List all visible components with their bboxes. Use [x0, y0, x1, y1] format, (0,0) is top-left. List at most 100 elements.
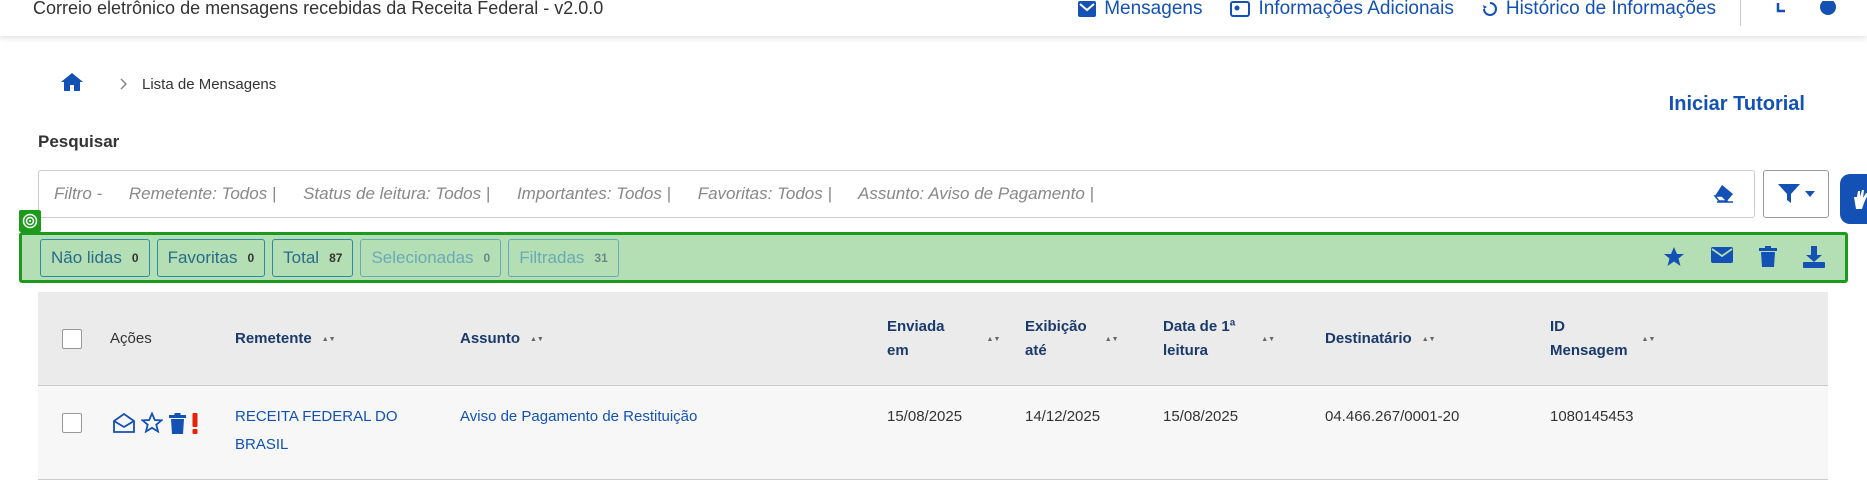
sort-icon: ▲▼: [986, 335, 1001, 343]
filter-read-status: Status de leitura: Todos |: [303, 184, 491, 203]
open-envelope-icon[interactable]: [113, 413, 135, 433]
help-icon[interactable]: [1819, 1, 1837, 17]
row-message-id: 1080145453: [1550, 408, 1634, 425]
select-all-checkbox[interactable]: [62, 329, 82, 349]
target-icon: [19, 210, 41, 232]
top-nav: Mensagens Informações Adicionais Históri…: [1050, 0, 1837, 26]
header-sent-line2: em: [887, 342, 909, 359]
sort-icon: ▲▼: [1261, 335, 1276, 343]
stat-favorites-label: Favoritas: [167, 247, 238, 267]
header-subject[interactable]: Assunto ▲▼: [460, 292, 544, 386]
trash-icon[interactable]: [169, 412, 186, 434]
trash-icon[interactable]: [1759, 246, 1777, 268]
breadcrumb-current: Lista de Mensagens: [142, 76, 277, 93]
stat-favorites-count: 0: [247, 250, 255, 265]
filter-favorites: Favoritas: Todos |: [697, 184, 832, 203]
search-label: Pesquisar: [38, 132, 120, 151]
eraser-icon[interactable]: [1713, 183, 1735, 208]
caret-down-icon: [1805, 191, 1815, 197]
nav-messages[interactable]: Mensagens: [1078, 0, 1202, 20]
stat-unread-label: Não lidas: [51, 247, 122, 267]
download-icon[interactable]: [1803, 246, 1825, 268]
table-row[interactable]: RECEITA FEDERAL DO BRASIL Aviso de Pagam…: [38, 386, 1828, 480]
header-first-read-line2: leitura: [1163, 342, 1209, 359]
filter-important: Importantes: Todos |: [516, 184, 671, 203]
stat-selected-count: 0: [483, 250, 491, 265]
header-first-read[interactable]: Data de 1ª leitura ▲▼: [1163, 292, 1275, 386]
logout-icon[interactable]: [1775, 1, 1789, 17]
header-recipient[interactable]: Destinatário ▲▼: [1325, 292, 1436, 386]
envelope-icon[interactable]: [1711, 246, 1733, 268]
header-sent[interactable]: Enviada em ▲▼: [887, 292, 1000, 386]
row-first-read: 15/08/2025: [1163, 408, 1239, 425]
row-subject[interactable]: Aviso de Pagamento de Restituição: [460, 403, 697, 431]
sort-icon: ▲▼: [321, 335, 336, 343]
filter-prefix: Filtro -: [54, 184, 103, 203]
header-subject-label: Assunto: [460, 330, 520, 347]
id-card-icon: [1230, 1, 1251, 17]
nav-messages-label: Mensagens: [1104, 0, 1203, 19]
accessibility-tab[interactable]: [1840, 174, 1867, 224]
stat-favorites[interactable]: Favoritas 0: [156, 238, 266, 277]
filter-summary-field[interactable]: Filtro - Remetente: Todos | Status de le…: [38, 170, 1755, 218]
nav-history-label: Histórico de Informações: [1505, 0, 1716, 19]
table-header: Ações Remetente ▲▼ Assunto ▲▼ Enviada em …: [38, 292, 1828, 386]
header-sent-line1: Enviada: [887, 318, 945, 335]
header-recipient-label: Destinatário: [1325, 330, 1412, 347]
header-message-id-label: ID Mensagem: [1550, 315, 1628, 363]
chevron-right-icon: [120, 77, 128, 93]
filter-dropdown-button[interactable]: [1763, 170, 1829, 218]
header-display-line1: Exibição: [1025, 318, 1087, 335]
sign-language-icon: [1854, 190, 1867, 209]
sort-icon: ▲▼: [1421, 335, 1436, 343]
header-display-until[interactable]: Exibição até ▲▼: [1025, 292, 1119, 386]
header-actions: Ações: [110, 330, 152, 347]
header-message-id[interactable]: ID Mensagem ▲▼: [1550, 292, 1655, 386]
bulk-actions: [1637, 246, 1825, 268]
stat-selected-label: Selecionadas: [371, 247, 474, 267]
breadcrumb: Lista de Mensagens: [60, 72, 276, 97]
stat-total-count: 87: [329, 250, 343, 265]
row-sent-date: 15/08/2025: [887, 408, 963, 425]
row-checkbox[interactable]: [62, 413, 82, 433]
start-tutorial-link[interactable]: Iniciar Tutorial: [1669, 93, 1805, 116]
header-first-read-line1: Data de 1ª: [1163, 318, 1236, 335]
header-sender-label: Remetente: [235, 330, 312, 347]
important-icon[interactable]: [192, 412, 198, 434]
row-display-until: 14/12/2025: [1025, 408, 1101, 425]
sort-icon: ▲▼: [1104, 335, 1119, 343]
stat-total-label: Total: [283, 247, 320, 267]
header-display-label: Exibição até: [1025, 315, 1087, 363]
nav-additional-info-label: Informações Adicionais: [1258, 0, 1454, 19]
header-first-read-label: Data de 1ª leitura: [1163, 315, 1235, 363]
stat-filtered-label: Filtradas: [519, 247, 585, 267]
stat-filtered[interactable]: Filtradas 31: [508, 238, 619, 277]
header-select-all: [62, 292, 82, 386]
message-stats-bar: Não lidas 0 Favoritas 0 Total 87 Selecio…: [19, 232, 1848, 283]
sort-icon: ▲▼: [530, 335, 544, 343]
envelope-icon: [1078, 1, 1097, 17]
header-sender[interactable]: Remetente ▲▼: [235, 292, 336, 386]
filter-subject: Assunto: Aviso de Pagamento |: [858, 184, 1094, 203]
nav-history[interactable]: Histórico de Informações: [1482, 0, 1716, 20]
home-icon[interactable]: [60, 72, 84, 97]
star-icon[interactable]: [1663, 246, 1685, 268]
header-sent-label: Enviada em: [887, 315, 945, 363]
nav-divider: [1740, 0, 1741, 26]
star-outline-icon[interactable]: [141, 412, 163, 434]
row-recipient: 04.466.267/0001-20: [1325, 408, 1460, 425]
history-icon: [1482, 2, 1497, 16]
filter-sender: Remetente: Todos |: [128, 184, 277, 203]
app-header: Correio eletrônico de mensagens recebida…: [0, 0, 1867, 36]
nav-additional-info[interactable]: Informações Adicionais: [1230, 0, 1454, 20]
row-actions: [113, 412, 204, 434]
stat-unread-count: 0: [131, 250, 139, 265]
stat-filtered-count: 31: [594, 250, 608, 265]
row-sender[interactable]: RECEITA FEDERAL DO BRASIL: [235, 403, 398, 459]
stat-selected[interactable]: Selecionadas 0: [360, 238, 502, 277]
row-sender-line1: RECEITA FEDERAL DO: [235, 408, 398, 425]
filter-summary-text: Filtro - Remetente: Todos | Status de le…: [54, 184, 1116, 204]
stat-unread[interactable]: Não lidas 0: [40, 238, 150, 277]
stat-total[interactable]: Total 87: [272, 238, 354, 277]
row-sender-line2: BRASIL: [235, 436, 289, 453]
